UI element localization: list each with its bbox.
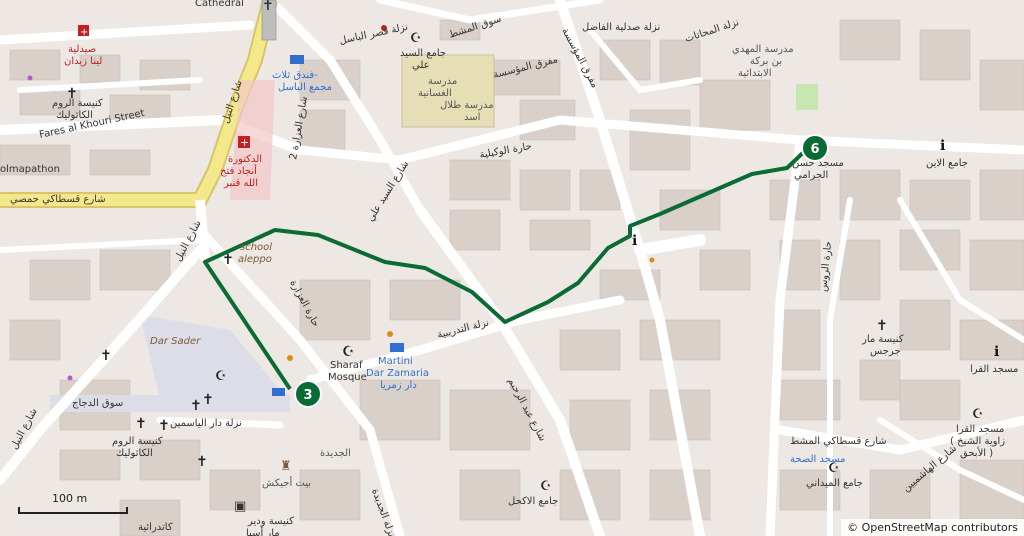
label-jami-alsayyid-2: علي: [412, 60, 430, 71]
scale-bar: 100 m: [14, 492, 132, 518]
label-souq-aldajjaj: سوق الدجاج: [72, 398, 123, 409]
label-sharaf-2: Mosque: [328, 372, 367, 383]
church-icon-6: ✝: [135, 416, 147, 432]
map-view[interactable]: ✝ ☪ + ✝ + ✝ ℹ ℹ ℹ ☪ ☪ ✝ ✝ ✝ ✝ ✝ ✝ ✝ ☪ ☪ …: [0, 0, 1024, 536]
label-masjid-alqarra2-1: مسجد القرا: [956, 424, 1004, 435]
label-funduq-2: مجمع الباسل: [278, 82, 332, 93]
label-saydaliat-1: صيدلية: [68, 44, 96, 55]
info-icon-3: ℹ: [994, 344, 999, 360]
road-connector: [195, 199, 210, 261]
label-martini-3: دار زمريا: [380, 380, 417, 391]
label-naslat-saydaliat: نزلة صدلية الفاضل: [582, 22, 660, 33]
info-icon: ℹ: [632, 233, 637, 249]
route-marker-6[interactable]: 6: [801, 134, 829, 162]
label-kanisat-mar-2: جرجس: [870, 346, 901, 357]
monument-icon: ♜: [280, 459, 292, 474]
marker-6-label: 6: [810, 142, 819, 157]
sharaf-mosque-icon: ☪: [342, 344, 355, 360]
label-jami-alain: جامع الاين: [926, 158, 968, 169]
map-canvas[interactable]: ✝ ☪ + ✝ + ✝ ℹ ℹ ℹ ☪ ☪ ✝ ✝ ✝ ✝ ✝ ✝ ✝ ☪ ☪ …: [0, 0, 1024, 536]
church-icon-9: ✝: [876, 318, 888, 334]
church-icon-8: ✝: [196, 454, 208, 470]
label-madrasa-ghassania-2: الغسانية: [418, 88, 452, 99]
label-jami-alsayyid-1: جامع السيد: [400, 48, 446, 59]
label-masjid-alqarra: مسجد القرا: [970, 364, 1018, 375]
label-sharaf-1: Sharaf: [330, 360, 363, 371]
label-masjid-aljurami-2: الجرامي: [794, 170, 828, 181]
label-kanisat-wadir-1: كنيسة ودير: [247, 516, 294, 527]
label-saydaliat-2: لينا زيدان: [64, 56, 102, 67]
label-madrasa-talal-1: مدرسة طلال: [440, 100, 494, 111]
attribution[interactable]: © OpenStreetMap contributors: [841, 519, 1024, 536]
label-madrasa-ghassania-1: مدرسة: [428, 76, 457, 87]
poi-dot-5: [27, 75, 33, 81]
label-madrasa-almahdi-1: مدرسة المهدي: [732, 44, 794, 55]
mosque-icon: ☪: [410, 31, 422, 46]
building-icon: ▣: [234, 499, 246, 514]
marker-3-label: 3: [303, 388, 312, 403]
label-madrasa-almahdi-3: الابتدائية: [738, 68, 771, 79]
church-icon-4: ✝: [190, 398, 202, 414]
scale-bar-line: [18, 507, 128, 514]
church-icon-7: ✝: [158, 418, 170, 434]
cathedral-cross-icon: ✝: [262, 0, 274, 14]
church-icon-3: ✝: [100, 348, 112, 364]
label-kanisat-wadir-2: مار أسيا: [246, 526, 280, 536]
poi-dot-6: [67, 375, 73, 381]
label-martini-2: Dar Zamaria: [366, 368, 429, 379]
label-duktura-2: أنجاد فتح: [220, 164, 257, 177]
label-sharia-qustaki: شارع قسطاكي حمصي: [10, 194, 106, 205]
label-martini-1: Martini: [378, 356, 413, 367]
svg-text:+: +: [240, 136, 249, 149]
scale-bar-label: 100 m: [52, 492, 88, 505]
label-kanisat-mar-1: كنيسة مار: [861, 334, 904, 345]
label-masjid-alsahha: مسجد الصحة: [790, 454, 845, 465]
label-bayt-ajiksh: بيت أجيكش: [262, 476, 311, 489]
church-icon-2: ✝: [222, 252, 234, 268]
poi-dot-3: [387, 331, 393, 337]
hotel-icon-2: [390, 343, 404, 352]
label-jami-almaydani: جامع الميداني: [806, 478, 863, 489]
label-madrasa-almahdi-2: بن بركة: [750, 56, 782, 67]
church-icon-5: ✝: [202, 392, 214, 408]
svg-text:+: +: [80, 27, 88, 38]
label-sharia-qustaki2: شارع قسطاكي المشط: [790, 436, 887, 447]
green-patch: [796, 84, 818, 110]
info-icon-2: ℹ: [940, 138, 945, 154]
label-duktura-3: الله قنبر: [223, 178, 258, 189]
label-kanisat-alroum2-2: الكاثوليك: [116, 448, 153, 459]
label-kanisat-alroum2-1: كنيسة الروم: [112, 436, 163, 447]
label-duktura-1: الدكتورة: [228, 154, 262, 165]
label-nazlat-dar-alyasamin: نزلة دار الياسمين: [170, 418, 242, 429]
label-aljadida: الجديدة: [320, 448, 351, 459]
poi-dot-4: [649, 257, 655, 263]
label-masjid-alqarra2-3: الأبحق ): [960, 446, 993, 459]
label-school-2: aleppo: [238, 254, 272, 265]
label-cathedral: Cathedral: [195, 0, 244, 9]
label-funduq-1: فندق ثلاث-: [272, 70, 318, 81]
hotel-icon: [290, 55, 304, 64]
mosque-icon-2: ☪: [215, 369, 227, 384]
label-katidraiya: كاتدرائية: [138, 522, 173, 533]
poi-dot-2: [287, 355, 293, 361]
label-dar-sader: Dar Sader: [150, 336, 201, 347]
hotel-icon-3: [272, 388, 285, 396]
label-masjid-alqarra2-2: ( زاوية الشيخ: [950, 436, 1005, 447]
label-olmapathon: olmapathon: [0, 164, 60, 175]
label-madrasa-talal-2: اسد: [464, 112, 480, 123]
label-school-1: school: [240, 242, 272, 253]
mosque-icon-4: ☪: [540, 479, 552, 494]
route-marker-3[interactable]: 3: [294, 380, 322, 408]
label-kanisat-alroum-1: كنيسة الروم: [52, 98, 103, 109]
mosque-icon-3: ☪: [972, 407, 984, 422]
label-jami-alakhal: جامع الاكحل: [508, 496, 558, 507]
